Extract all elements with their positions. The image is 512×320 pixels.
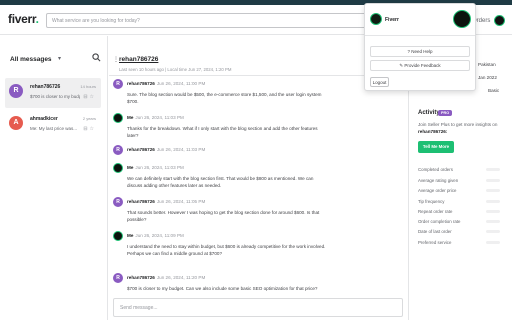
- need-help-button[interactable]: ? Need Help: [370, 46, 470, 57]
- message-sender: Me Jun 26, 2024, 11:09 PM: [127, 233, 184, 238]
- message-text: Sure. The blog section would be $500, th…: [127, 92, 322, 104]
- avatar: [113, 113, 123, 123]
- logout-button[interactable]: Logout: [370, 77, 389, 87]
- archive-star-icons[interactable]: ⊟☆: [83, 126, 96, 132]
- conversation-preview: $700 is closer to my budget...: [30, 94, 80, 99]
- message-sender: Me Jun 26, 2024, 11:03 PM: [127, 165, 184, 170]
- message-sender: rehan786726 Jun 26, 2024, 11:00 PM: [127, 81, 206, 86]
- conversation-preview: Me: My last price was...: [30, 126, 78, 131]
- conversation-sidebar: All messages ▾ R rehan786726 14 hours $7…: [0, 36, 108, 320]
- conversation-item[interactable]: R rehan786726 14 hours $700 is closer to…: [5, 78, 101, 108]
- archive-star-icons[interactable]: ⊟☆: [83, 94, 96, 100]
- conversation-time: 14 hours: [80, 84, 96, 89]
- avatar: R: [113, 145, 123, 155]
- conversation-name: rehan786726: [30, 84, 61, 90]
- contact-level: Basic: [488, 88, 500, 93]
- search-input[interactable]: What service are you looking for today?: [46, 13, 366, 28]
- stat-placeholder-bar: [486, 210, 500, 213]
- message-text: We can definitely start with the blog se…: [127, 176, 314, 188]
- message-list: R rehan786726 Jun 26, 2024, 11:00 PM Sure…: [109, 77, 407, 297]
- popup-title: Fiverr: [385, 17, 399, 23]
- message-sender: Me Jun 26, 2024, 11:03 PM: [127, 115, 184, 120]
- message-text: That sounds better. However I was hoping…: [127, 210, 320, 222]
- contact-name[interactable]: rehan786726: [119, 56, 158, 63]
- avatar: R: [9, 84, 23, 98]
- stat-label: Preferred service: [418, 240, 452, 245]
- message-input[interactable]: Send message...: [113, 298, 403, 317]
- stat-label: Order completion rate: [418, 219, 461, 224]
- fiverr-logo[interactable]: fiverr.: [8, 12, 39, 26]
- avatar: R: [113, 197, 123, 207]
- chevron-down-icon[interactable]: ▾: [58, 55, 61, 62]
- message-text: I understand the need to stay within bud…: [127, 244, 326, 256]
- avatar: [113, 163, 123, 173]
- extension-popup: Fiverr ? Need Help ✎ Provide Feedback Lo…: [364, 3, 476, 91]
- seller-plus-text: Join Seller Plus to get more insights on…: [418, 122, 498, 134]
- search-icon[interactable]: [92, 53, 101, 62]
- stat-placeholder-bar: [486, 168, 500, 171]
- stat-placeholder-bar: [486, 189, 500, 192]
- contact-country: Pakistan: [478, 62, 496, 67]
- stat-label: Average order price: [418, 188, 457, 193]
- avatar: A: [9, 116, 23, 130]
- stat-label: Repeat order rate: [418, 209, 453, 214]
- stat-label: Average rating given: [418, 178, 459, 183]
- contact-joined: Jan 2022: [478, 75, 497, 80]
- stat-placeholder-bar: [486, 200, 500, 203]
- contact-meta: Last seen 10 hours ago | Local time Jun …: [119, 67, 232, 72]
- conversation-item[interactable]: A ahmadkicer 2 years Me: My last price w…: [5, 110, 101, 140]
- popup-header: Fiverr: [365, 4, 475, 36]
- avatar: R: [113, 79, 123, 89]
- pro-badge: PRO: [438, 110, 453, 116]
- message-text: $700 is closer to my budget. Can we also…: [127, 286, 318, 291]
- stat-label: Date of last order: [418, 229, 452, 234]
- conversation-time: 2 years: [82, 116, 96, 121]
- message-text: Thanks for the breakdown. What if I only…: [127, 126, 318, 138]
- message-sender: rehan786726 Jun 26, 2024, 11:03 PM: [127, 147, 206, 152]
- avatar: R: [113, 273, 123, 283]
- stat-placeholder-bar: [486, 230, 500, 233]
- stat-placeholder-bar: [486, 220, 500, 223]
- user-avatar[interactable]: [494, 15, 505, 26]
- provide-feedback-button[interactable]: ✎ Provide Feedback: [370, 60, 470, 71]
- message-sender: rehan786726 Jun 26, 2024, 11:05 PM: [127, 199, 206, 204]
- chat-header: ⋮ rehan786726 Last seen 10 hours ago | L…: [109, 36, 407, 76]
- extension-logo-icon: [370, 13, 382, 25]
- avatar: [113, 231, 123, 241]
- all-messages-filter[interactable]: All messages: [10, 56, 52, 63]
- stat-label: Completed orders: [418, 167, 453, 172]
- stat-label: Tip frequency: [418, 199, 445, 204]
- tell-me-more-button[interactable]: Tell Me More: [418, 141, 454, 153]
- stat-placeholder-bar: [486, 179, 500, 182]
- message-sender: rehan786726 Jun 26, 2024, 11:20 PM: [127, 275, 206, 280]
- activity-title: Activity: [418, 110, 440, 116]
- popup-avatar: [453, 10, 471, 28]
- conversation-name: ahmadkicer: [30, 116, 58, 122]
- chat-panel: ⋮ rehan786726 Last seen 10 hours ago | L…: [109, 36, 407, 320]
- stat-placeholder-bar: [486, 241, 500, 244]
